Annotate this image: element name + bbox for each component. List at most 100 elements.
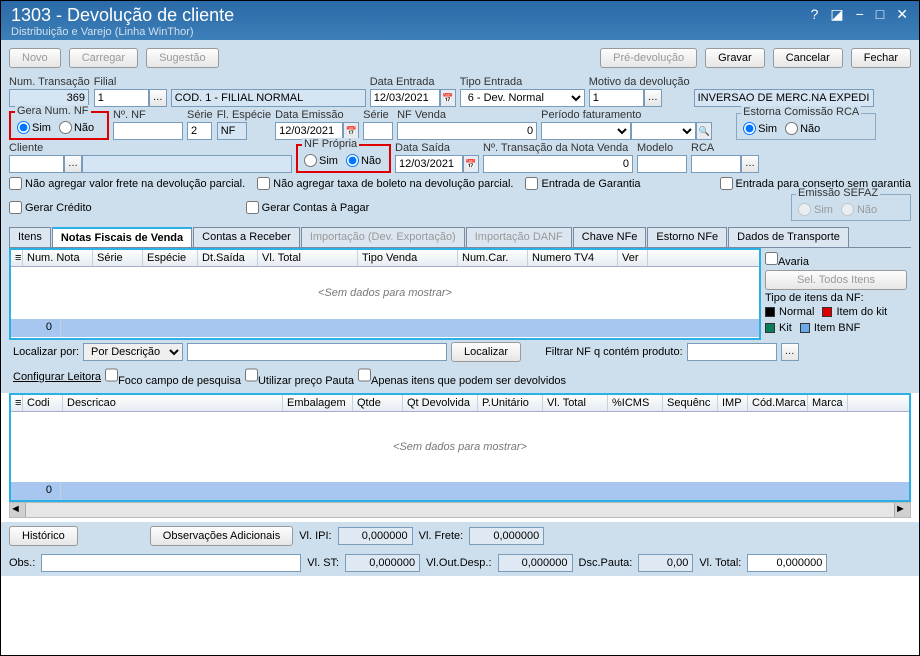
vl-st-input[interactable]: [345, 554, 420, 572]
estorna-nao-radio[interactable]: Não: [785, 122, 820, 135]
help-icon[interactable]: ?: [807, 6, 823, 23]
motivo-label: Motivo da devolução: [589, 76, 690, 88]
tipo-entrada-label: Tipo Entrada: [460, 76, 585, 88]
nf-propria-nao-radio[interactable]: Não: [346, 154, 381, 167]
serie-input[interactable]: [187, 122, 212, 140]
sel-todos-button[interactable]: Sel. Todos Itens: [765, 270, 907, 290]
nf-propria-sim-radio[interactable]: Sim: [304, 154, 338, 167]
novo-button[interactable]: Novo: [9, 48, 61, 68]
periodo-fat-to[interactable]: [631, 122, 696, 140]
vl-frete-input[interactable]: [469, 527, 544, 545]
localizar-por-select[interactable]: Por Descrição: [83, 343, 183, 361]
close-icon[interactable]: ✕: [892, 6, 912, 23]
data-entrada-label: Data Entrada: [370, 76, 456, 88]
title-bar: 1303 - Devolução de cliente Distribuição…: [1, 1, 919, 40]
periodo-fat-from[interactable]: [541, 122, 631, 140]
calendar-icon[interactable]: 📅: [440, 89, 456, 107]
vl-out-input[interactable]: [498, 554, 573, 572]
pre-devolucao-button[interactable]: Pré-devolução: [600, 48, 697, 68]
chk-avaria[interactable]: Avaria: [765, 256, 809, 268]
filial-label: Filial: [94, 76, 167, 88]
tab-dados-transporte[interactable]: Dados de Transporte: [728, 227, 849, 247]
form-area: Num. Transação Filial … Data Entrada 📅 T…: [1, 76, 919, 393]
grid-notas[interactable]: ≡ Num. Nota Série Espécie Dt.Saída Vl. T…: [9, 248, 761, 340]
maximize-icon[interactable]: □: [872, 6, 888, 23]
chk-boleto[interactable]: Não agregar taxa de boleto na devolução …: [257, 177, 513, 190]
cliente-input[interactable]: [9, 155, 64, 173]
rca-label: RCA: [691, 142, 759, 154]
emissao-sefaz-group: Emissão SEFAZ Sim Não: [791, 194, 911, 221]
vl-ipi-input[interactable]: [338, 527, 413, 545]
footer: Histórico Observações Adicionais Vl. IPI…: [1, 522, 919, 550]
especie-input[interactable]: [217, 122, 247, 140]
chk-frete[interactable]: Não agregar valor frete na devolução par…: [9, 177, 245, 190]
motivo-desc: [694, 89, 874, 107]
chk-foco[interactable]: Foco campo de pesquisa: [105, 366, 241, 387]
search-row: Localizar por: Por Descrição Localizar F…: [9, 340, 911, 364]
filial-browse-button[interactable]: …: [149, 89, 167, 107]
cancelar-button[interactable]: Cancelar: [773, 48, 843, 68]
tab-contas-receber[interactable]: Contas a Receber: [193, 227, 300, 247]
historico-button[interactable]: Histórico: [9, 526, 78, 546]
window-subtitle: Distribuição e Varejo (Linha WinThor): [11, 26, 909, 38]
edit-icon[interactable]: ◪: [826, 6, 847, 23]
data-entrada-input[interactable]: [370, 89, 440, 107]
gera-num-nf-group: Gera Num. NF Sim Não: [9, 111, 109, 140]
tipo-entrada-select[interactable]: 6 - Dev. Normal: [460, 89, 585, 107]
data-saida-input[interactable]: [395, 155, 463, 173]
vl-total-input[interactable]: [747, 554, 827, 572]
calendar-icon[interactable]: 📅: [463, 155, 479, 173]
serie-label: Série: [187, 109, 213, 121]
sugestao-button[interactable]: Sugestão: [146, 48, 218, 68]
modelo-label: Modelo: [637, 142, 687, 154]
search-icon[interactable]: 🔍: [696, 122, 712, 140]
periodo-fat-label: Período faturamento: [541, 109, 712, 121]
chk-garantia[interactable]: Entrada de Garantia: [525, 177, 640, 190]
motivo-input[interactable]: [589, 89, 644, 107]
minimize-icon[interactable]: −: [852, 6, 868, 23]
tab-itens[interactable]: Itens: [9, 227, 51, 247]
estorna-sim-radio[interactable]: Sim: [743, 122, 777, 135]
tab-chave-nfe[interactable]: Chave NFe: [573, 227, 647, 247]
obs-input[interactable]: [41, 554, 301, 572]
h-scrollbar[interactable]: ◄►: [9, 502, 911, 518]
filial-input[interactable]: [94, 89, 149, 107]
chk-apenas-devolv[interactable]: Apenas itens que podem ser devolvidos: [358, 366, 566, 387]
nf-venda-input[interactable]: [397, 122, 537, 140]
fechar-button[interactable]: Fechar: [851, 48, 911, 68]
sefaz-nao-radio: Não: [841, 203, 877, 216]
chk-preco-pauta[interactable]: Utilizar preço Pauta: [245, 366, 354, 387]
no-trans-venda-label: Nº. Transação da Nota Venda: [483, 142, 633, 154]
filtrar-produto-input[interactable]: [687, 343, 777, 361]
gera-nf-sim-radio[interactable]: Sim: [17, 121, 51, 134]
rca-browse-button[interactable]: …: [741, 155, 759, 173]
chk-gerar-credito[interactable]: Gerar Crédito: [9, 201, 92, 214]
cliente-desc: [82, 155, 292, 173]
grid-notas-header: ≡ Num. Nota Série Espécie Dt.Saída Vl. T…: [11, 250, 759, 267]
no-nf-label: Nº. NF: [113, 109, 183, 121]
serie2-input[interactable]: [363, 122, 393, 140]
fl-especie-label: Fl. Espécie: [217, 109, 271, 121]
rca-input[interactable]: [691, 155, 741, 173]
tab-estorno-nfe[interactable]: Estorno NFe: [647, 227, 727, 247]
grid-itens[interactable]: ≡ Codi Descricao Embalagem Qtde Qt Devol…: [9, 393, 911, 502]
tab-importacao-danf[interactable]: Importação DANF: [466, 227, 572, 247]
chk-gerar-contas[interactable]: Gerar Contas à Pagar: [246, 201, 370, 214]
cliente-browse-button[interactable]: …: [64, 155, 82, 173]
no-nf-input[interactable]: [113, 122, 183, 140]
tab-notas-fiscais[interactable]: Notas Fiscais de Venda: [52, 227, 192, 247]
gravar-button[interactable]: Gravar: [705, 48, 765, 68]
gera-nf-nao-radio[interactable]: Não: [59, 121, 94, 134]
carregar-button[interactable]: Carregar: [69, 48, 138, 68]
dsc-pauta-input[interactable]: [638, 554, 693, 572]
localizar-button[interactable]: Localizar: [451, 342, 521, 362]
cliente-label: Cliente: [9, 142, 292, 154]
localizar-input[interactable]: [187, 343, 447, 361]
obs-adicionais-button[interactable]: Observações Adicionais: [150, 526, 293, 546]
tab-importacao-exp[interactable]: Importação (Dev. Exportação): [301, 227, 465, 247]
no-trans-venda-input[interactable]: [483, 155, 633, 173]
filtrar-browse-button[interactable]: …: [781, 343, 799, 361]
modelo-input[interactable]: [637, 155, 687, 173]
motivo-browse-button[interactable]: …: [644, 89, 662, 107]
config-leitora-link[interactable]: Configurar Leitora: [13, 371, 101, 383]
